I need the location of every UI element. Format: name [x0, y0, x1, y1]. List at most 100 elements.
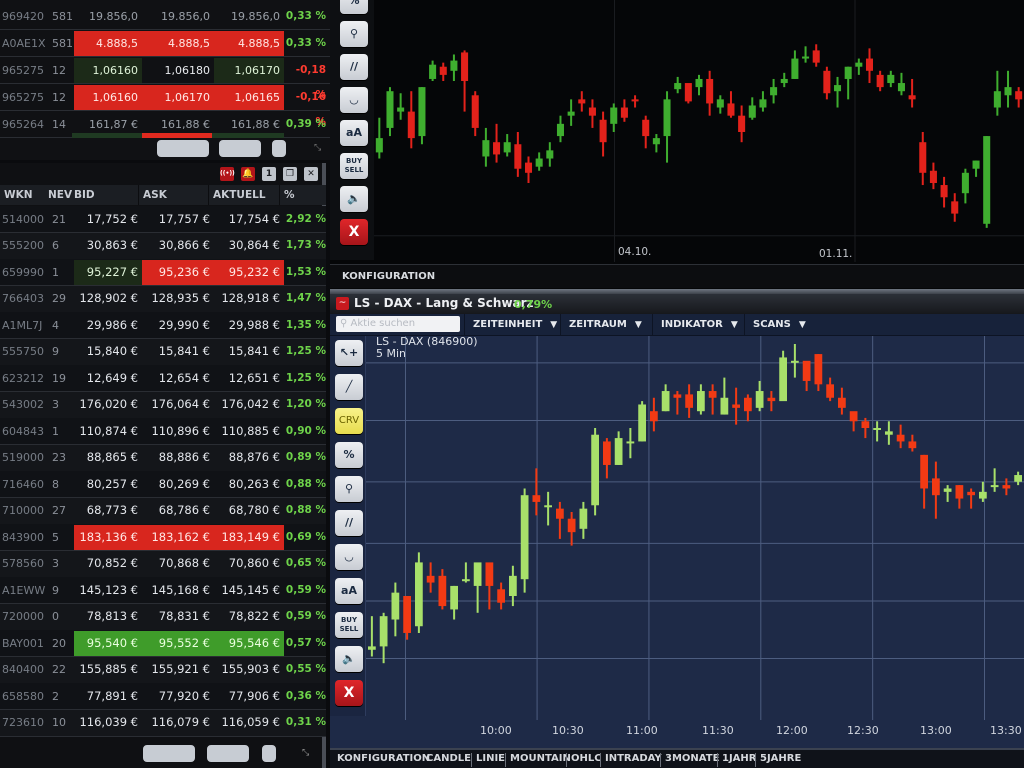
quote-row[interactable]: 965275 12 1,06160 1,06170 1,06165 -0,16 %	[0, 84, 330, 128]
candle-body	[855, 62, 863, 67]
buy-sell-button[interactable]: BUY SELL	[335, 612, 363, 638]
quote-row[interactable]: 710000 27 68,773 € 68,786 € 68,780 € 0,88 %	[0, 497, 326, 525]
quote-row[interactable]: 965275 12 1,06160 1,06180 1,06170 -0,18 %	[0, 57, 330, 101]
cursor-add-button[interactable]: ↖+	[335, 340, 363, 366]
menu-zeitraum[interactable]: ZEITRAUM ▼	[560, 314, 652, 336]
device-icon[interactable]	[262, 745, 276, 762]
line-tool-button[interactable]: ╱	[335, 374, 363, 400]
buy-sell-button[interactable]: BUY SELL	[340, 153, 368, 179]
search-placeholder: Aktie suchen	[350, 318, 416, 329]
resize-icon[interactable]: ⤡	[302, 748, 309, 758]
tab-intraday[interactable]: INTRADAY	[605, 753, 662, 764]
dax-candlestick-chart[interactable]	[366, 336, 1024, 720]
header-wkn[interactable]: WKN	[4, 189, 33, 201]
top-konfiguration-button[interactable]: KONFIGURATION	[330, 264, 1024, 288]
quote-row[interactable]: 720000 0 78,813 € 78,831 € 78,822 € 0,59 %	[0, 603, 326, 631]
cell-ask: 17,757 €	[158, 211, 210, 226]
close-chart-button[interactable]: X	[340, 219, 368, 245]
cell-wkn: A1ML7J	[2, 318, 43, 332]
quote-row[interactable]: A1EWW 9 145,123 € 145,168 € 145,145 € 0,59 %	[0, 577, 326, 604]
quote-row[interactable]: BAY001 20 95,540 €95,552 €95,546 €0,57 %	[0, 630, 326, 657]
crv-tool-button[interactable]: CRV	[335, 408, 363, 434]
sound-button[interactable]: 🔈	[335, 646, 363, 672]
curve-tool-button[interactable]: ◡	[340, 87, 368, 113]
cell-nev: 1	[52, 265, 59, 279]
quote-row[interactable]: 766403 29 128,902 € 128,935 € 128,918 € 1,47 …	[0, 285, 326, 313]
minimize-toggle[interactable]	[143, 745, 195, 762]
tab-konfiguration[interactable]: KONFIGURATION	[337, 753, 430, 764]
curve-tool-button[interactable]: ◡	[335, 544, 363, 570]
cell-aktuell: 1,06165	[214, 84, 284, 110]
zoom-tool-button[interactable]: ⚲	[335, 476, 363, 502]
tab-mountain[interactable]: MOUNTAIN	[510, 753, 571, 764]
candle-body	[951, 201, 959, 214]
quote-row[interactable]: 840400 22 155,885 € 155,921 € 155,903 € 0,55 …	[0, 656, 326, 684]
quote-row[interactable]: 623212 19 12,649 € 12,654 € 12,651 € 1,25 %	[0, 365, 326, 392]
quote-row[interactable]: 555200 6 30,863 € 30,866 € 30,864 € 1,73 %	[0, 232, 326, 260]
quote-row[interactable]: 604843 1 110,874 € 110,896 € 110,885 € 0,90 %	[0, 418, 326, 445]
resize-icon[interactable]: ⤡	[314, 143, 321, 153]
quote-row[interactable]: A0AE1X 581 4.888,5 4.888,5 4.888,5 0,33 %	[0, 30, 330, 57]
quote-row[interactable]: 716460 8 80,257 € 80,269 € 80,263 € 0,88 %	[0, 471, 326, 498]
interval-label: 5 Min	[376, 347, 407, 360]
quote-row[interactable]: 555750 9 15,840 € 15,841 € 15,841 € 1,25 %	[0, 338, 326, 366]
tab-3monate[interactable]: 3MONATE	[665, 753, 719, 764]
quote-row[interactable]: 658580 2 77,891 € 77,920 € 77,906 € 0,36 %	[0, 683, 326, 710]
candle-body	[386, 91, 394, 128]
buy-sell-icon: BUY SELL	[339, 616, 359, 633]
percent-tool-button[interactable]: %	[340, 0, 368, 14]
candle	[375, 117, 383, 159]
cell-wkn: 969420	[2, 9, 44, 23]
restore-window-icon[interactable]: ❐	[283, 167, 297, 181]
candle-body	[461, 579, 470, 582]
text-tool-button[interactable]: aA	[340, 120, 368, 146]
header-bid[interactable]: BID	[74, 189, 95, 201]
tab-5jahre[interactable]: 5JAHRE	[760, 753, 801, 764]
candle	[826, 377, 835, 402]
quote-row[interactable]: 519000 23 88,865 € 88,886 € 88,876 € 0,89 %	[0, 444, 326, 472]
cell-pct: -0,16 %	[295, 90, 326, 128]
panel-number-icon[interactable]: 1	[262, 167, 276, 181]
quote-row[interactable]: 969420 581 19.856,0 19.856,0 19.856,0 0,33 %	[0, 3, 330, 30]
candle	[802, 46, 810, 63]
zoom-tool-button[interactable]: ⚲	[340, 21, 368, 47]
quote-row[interactable]: 578560 3 70,852 € 70,868 € 70,860 € 0,65 %	[0, 550, 326, 578]
sound-button[interactable]: 🔈	[340, 186, 368, 212]
tab-linie[interactable]: LINIE	[476, 753, 505, 764]
quote-row[interactable]: 514000 21 17,752 € 17,757 € 17,754 € 2,92 %	[0, 206, 326, 233]
tab-candle[interactable]: CANDLE	[426, 753, 471, 764]
header-ask[interactable]: ASK	[143, 189, 167, 201]
flag-toggle[interactable]	[207, 745, 249, 762]
menu-scans[interactable]: SCANS ▼	[744, 314, 814, 336]
parallel-lines-tool-button[interactable]: //	[335, 510, 363, 536]
tab-1jahr[interactable]: 1JAHR	[722, 753, 757, 764]
candle-body	[379, 616, 388, 647]
menu-indikator[interactable]: INDIKATOR ▼	[652, 314, 744, 336]
alarm-bell-icon[interactable]: 🔔	[241, 167, 255, 181]
cell-aktuell: 110,885 €	[221, 423, 280, 438]
header-pct[interactable]: %	[284, 189, 295, 201]
percent-tool-button[interactable]: %	[335, 442, 363, 468]
quote-row[interactable]: 659990 1 95,227 €95,236 €95,232 €1,53 %	[0, 259, 326, 286]
cell-ask: 1,06180	[164, 63, 211, 77]
close-panel-icon[interactable]: ✕	[304, 167, 318, 181]
close-chart-button[interactable]: X	[335, 680, 363, 706]
quote-row[interactable]: A1ML7J 4 29,986 € 29,990 € 29,988 € 1,35 %	[0, 312, 326, 339]
header-nev[interactable]: NEV	[48, 189, 72, 201]
top-candlestick-chart[interactable]	[374, 0, 1024, 262]
close-chart-icon: X	[348, 224, 360, 240]
quote-row[interactable]: 723610 10 116,039 € 116,079 € 116,059 € 0,31 …	[0, 709, 326, 737]
parallel-lines-tool-button[interactable]: //	[340, 54, 368, 80]
menu-zeiteinheit[interactable]: ZEITEINHEIT ▼	[464, 314, 560, 336]
quote-row[interactable]: 543002 3 176,020 € 176,064 € 176,042 € 1,20 %	[0, 391, 326, 419]
tab-ohlc[interactable]: OHLC	[571, 753, 602, 764]
flag-toggle[interactable]	[219, 140, 261, 157]
minimize-toggle[interactable]	[157, 140, 209, 157]
header-aktuell[interactable]: AKTUELL	[213, 189, 266, 201]
text-tool-button[interactable]: aA	[335, 578, 363, 604]
quote-row[interactable]: 843900 5 183,136 €183,162 €183,149 €0,69 %	[0, 524, 326, 551]
device-icon[interactable]	[272, 140, 286, 157]
search-input[interactable]: ⚲ Aktie suchen	[336, 316, 460, 332]
curve-tool-icon: ◡	[349, 93, 359, 106]
live-signal-icon[interactable]: ((•))	[220, 167, 235, 181]
